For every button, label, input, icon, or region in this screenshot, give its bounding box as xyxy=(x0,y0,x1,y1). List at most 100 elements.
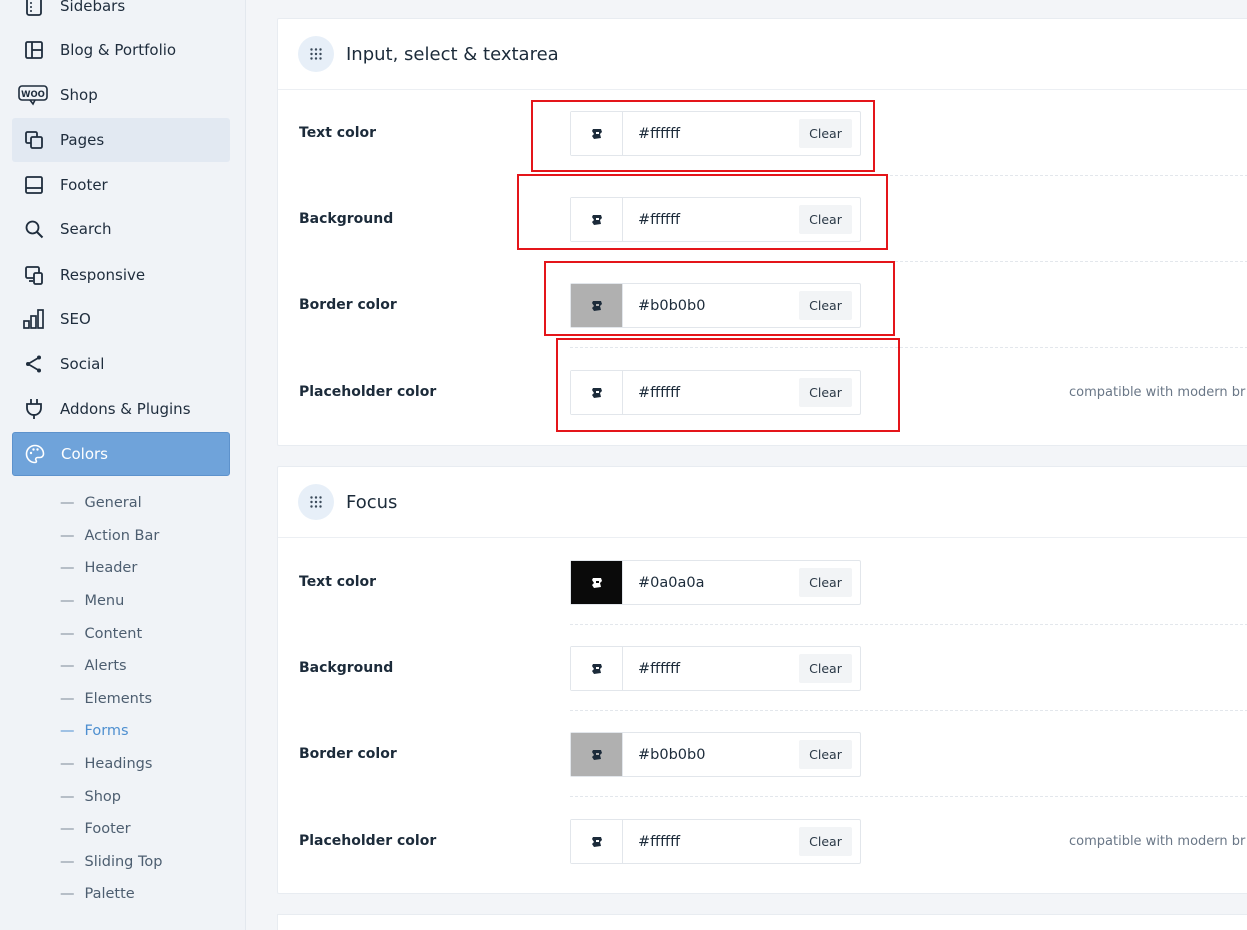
clear-button[interactable]: Clear xyxy=(799,378,852,407)
sidebar-item-social[interactable]: Social xyxy=(12,342,230,386)
color-swatch-button[interactable] xyxy=(571,198,623,241)
sidebar-item-search[interactable]: Search xyxy=(12,207,230,251)
eyedropper-icon xyxy=(591,214,602,225)
footer-icon xyxy=(22,173,46,197)
color-hex-input[interactable]: #ffffff xyxy=(623,371,799,414)
eyedropper-icon xyxy=(591,749,602,760)
clear-button[interactable]: Clear xyxy=(799,740,852,769)
submenu-item-palette[interactable]: — Palette xyxy=(60,882,135,906)
clear-button[interactable]: Clear xyxy=(799,119,852,148)
dash: — xyxy=(60,756,75,772)
color-swatch-button[interactable] xyxy=(571,820,623,863)
dash: — xyxy=(60,723,75,739)
color-hex-input[interactable]: #ffffff xyxy=(623,820,799,863)
setting-label: Placeholder color xyxy=(299,833,437,849)
sidebar-item-footer[interactable]: Footer xyxy=(12,163,230,207)
color-swatch-button[interactable] xyxy=(571,733,623,776)
submenu-item-menu[interactable]: — Menu xyxy=(60,589,124,613)
dash: — xyxy=(60,789,75,805)
pages-icon xyxy=(22,128,46,152)
color-swatch-button[interactable] xyxy=(571,561,623,604)
submenu-item-elements[interactable]: — Elements xyxy=(60,687,152,711)
clear-button[interactable]: Clear xyxy=(799,654,852,683)
svg-text:WOO: WOO xyxy=(21,90,45,100)
row-divider xyxy=(570,347,1247,348)
clear-button[interactable]: Clear xyxy=(799,205,852,234)
drag-grid-icon[interactable] xyxy=(298,484,334,520)
setting-row-border-color: Border color #b0b0b0 Clear xyxy=(278,262,1247,348)
setting-note: compatible with modern br xyxy=(1069,384,1246,400)
color-picker: #ffffff Clear xyxy=(570,370,861,415)
setting-row-text-color: Text color #ffffff Clear xyxy=(278,90,1247,176)
sidebar-item-addons-plugins[interactable]: Addons & Plugins xyxy=(12,387,230,431)
dash: — xyxy=(60,528,75,544)
color-picker: #0a0a0a Clear xyxy=(570,560,861,605)
sidebar-item-label: Social xyxy=(60,355,105,373)
submenu-item-label: Header xyxy=(84,560,138,576)
eyedropper-icon xyxy=(591,128,602,139)
setting-label: Text color xyxy=(299,574,377,590)
submenu-item-label: Action Bar xyxy=(84,528,160,544)
setting-row-placeholder-color: Placeholder color #ffffff Clear compatib… xyxy=(278,798,1247,884)
submenu-item-forms[interactable]: — Forms xyxy=(60,719,129,743)
blog-layout-icon xyxy=(22,38,46,62)
color-hex-input[interactable]: #ffffff xyxy=(623,647,799,690)
color-swatch-button[interactable] xyxy=(571,112,623,155)
dash: — xyxy=(60,821,75,837)
color-hex-input[interactable]: #ffffff xyxy=(623,112,799,155)
submenu-item-shop[interactable]: — Shop xyxy=(60,785,121,809)
submenu-item-label: General xyxy=(84,495,142,511)
panel-focus: Focus Text color #0a0a0a Clear Backgroun… xyxy=(277,466,1247,894)
sidebar-item-pages[interactable]: Pages xyxy=(12,118,230,162)
setting-label: Text color xyxy=(299,125,377,141)
drag-grid-icon[interactable] xyxy=(298,36,334,72)
sidebar-item-seo[interactable]: SEO xyxy=(12,297,230,341)
clear-button[interactable]: Clear xyxy=(799,291,852,320)
submenu-item-label: Content xyxy=(84,626,143,642)
color-hex-input[interactable]: #b0b0b0 xyxy=(623,284,799,327)
color-swatch-button[interactable] xyxy=(571,284,623,327)
setting-row-background: Background #ffffff Clear xyxy=(278,176,1247,262)
clear-button[interactable]: Clear xyxy=(799,568,852,597)
color-picker: #b0b0b0 Clear xyxy=(570,732,861,777)
row-divider xyxy=(570,796,1247,797)
sidebar-item-blog-portfolio[interactable]: Blog & Portfolio xyxy=(12,28,230,72)
submenu-item-header[interactable]: — Header xyxy=(60,556,137,580)
submenu-item-footer[interactable]: — Footer xyxy=(60,817,131,841)
panel-title: Focus xyxy=(346,491,398,513)
share-icon xyxy=(22,352,46,376)
submenu-item-action-bar[interactable]: — Action Bar xyxy=(60,524,159,548)
sidebar-item-responsive[interactable]: Responsive xyxy=(12,253,230,297)
submenu-item-alerts[interactable]: — Alerts xyxy=(60,654,127,678)
sidebar-item-label: Colors xyxy=(61,445,108,463)
submenu-item-content[interactable]: — Content xyxy=(60,622,142,646)
color-swatch-button[interactable] xyxy=(571,371,623,414)
sidebar-item-shop[interactable]: WOO Shop xyxy=(12,73,230,117)
dash: — xyxy=(60,495,75,511)
setting-label: Border color xyxy=(299,297,397,313)
color-picker: #ffffff Clear xyxy=(570,111,861,156)
color-hex-input[interactable]: #b0b0b0 xyxy=(623,733,799,776)
eyedropper-icon xyxy=(591,663,602,674)
setting-row-background: Background #ffffff Clear xyxy=(278,625,1247,711)
color-swatch-button[interactable] xyxy=(571,647,623,690)
setting-note: compatible with modern br xyxy=(1069,833,1246,849)
sidebar-item-sidebars[interactable]: Sidebars xyxy=(12,0,230,28)
dash: — xyxy=(60,560,75,576)
eyedropper-icon xyxy=(591,300,602,311)
color-picker: #ffffff Clear xyxy=(570,819,861,864)
sidebar-item-colors[interactable]: Colors xyxy=(12,432,230,476)
dash: — xyxy=(60,593,75,609)
sidebar-item-label: Search xyxy=(60,220,112,238)
clear-button[interactable]: Clear xyxy=(799,827,852,856)
setting-row-border-color: Border color #b0b0b0 Clear xyxy=(278,711,1247,797)
submenu-item-general[interactable]: — General xyxy=(60,491,142,515)
submenu-item-label: Menu xyxy=(84,593,125,609)
dash: — xyxy=(60,658,75,674)
color-hex-input[interactable]: #0a0a0a xyxy=(623,561,799,604)
submenu-item-headings[interactable]: — Headings xyxy=(60,752,152,776)
submenu-item-sliding-top[interactable]: — Sliding Top xyxy=(60,850,162,874)
setting-label: Background xyxy=(299,211,394,227)
color-picker: #ffffff Clear xyxy=(570,646,861,691)
color-hex-input[interactable]: #ffffff xyxy=(623,198,799,241)
